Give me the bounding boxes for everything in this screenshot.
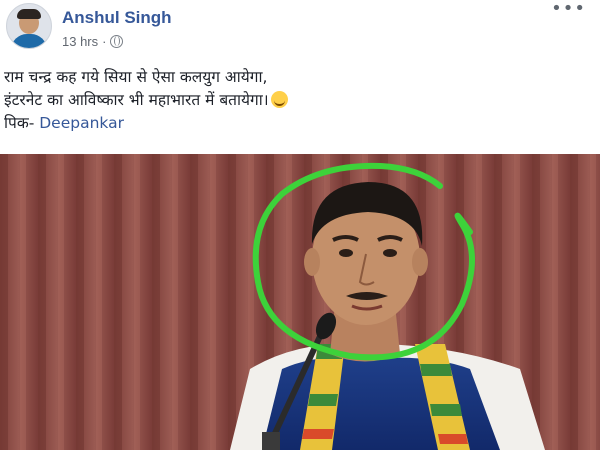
tagged-user-link[interactable]: Deepankar xyxy=(39,114,124,132)
post-text-line-2: इंटरनेट का आविष्कार भी महाभारत में बताये… xyxy=(4,89,594,112)
laughing-face-icon xyxy=(270,91,288,108)
post-text-line-1: राम चन्द्र कह गये सिया से ऐसा कलयुग आयेग… xyxy=(4,68,268,86)
post-credit: पिक- Deepankar xyxy=(4,112,594,135)
more-dots-icon[interactable]: ••• xyxy=(551,0,586,18)
credit-prefix: पिक- xyxy=(4,114,40,132)
facebook-post: Anshul Singh 13 hrs · ••• राम चन्द्र कह … xyxy=(0,0,600,450)
meta-separator: · xyxy=(102,34,107,49)
avatar[interactable] xyxy=(6,3,52,49)
avatar-hair xyxy=(17,9,41,19)
post-text-line-2-text: इंटरनेट का आविष्कार भी महाभारत में बताये… xyxy=(4,91,269,109)
author-name[interactable]: Anshul Singh xyxy=(62,8,172,28)
post-photo[interactable] xyxy=(0,154,600,450)
avatar-shirt xyxy=(11,34,47,48)
post-time[interactable]: 13 hrs xyxy=(62,34,98,49)
photo-illustration xyxy=(0,154,600,450)
globe-icon[interactable] xyxy=(110,35,124,48)
post-meta: 13 hrs · xyxy=(62,34,124,49)
post-text: राम चन्द्र कह गये सिया से ऐसा कलयुग आयेग… xyxy=(4,66,594,135)
